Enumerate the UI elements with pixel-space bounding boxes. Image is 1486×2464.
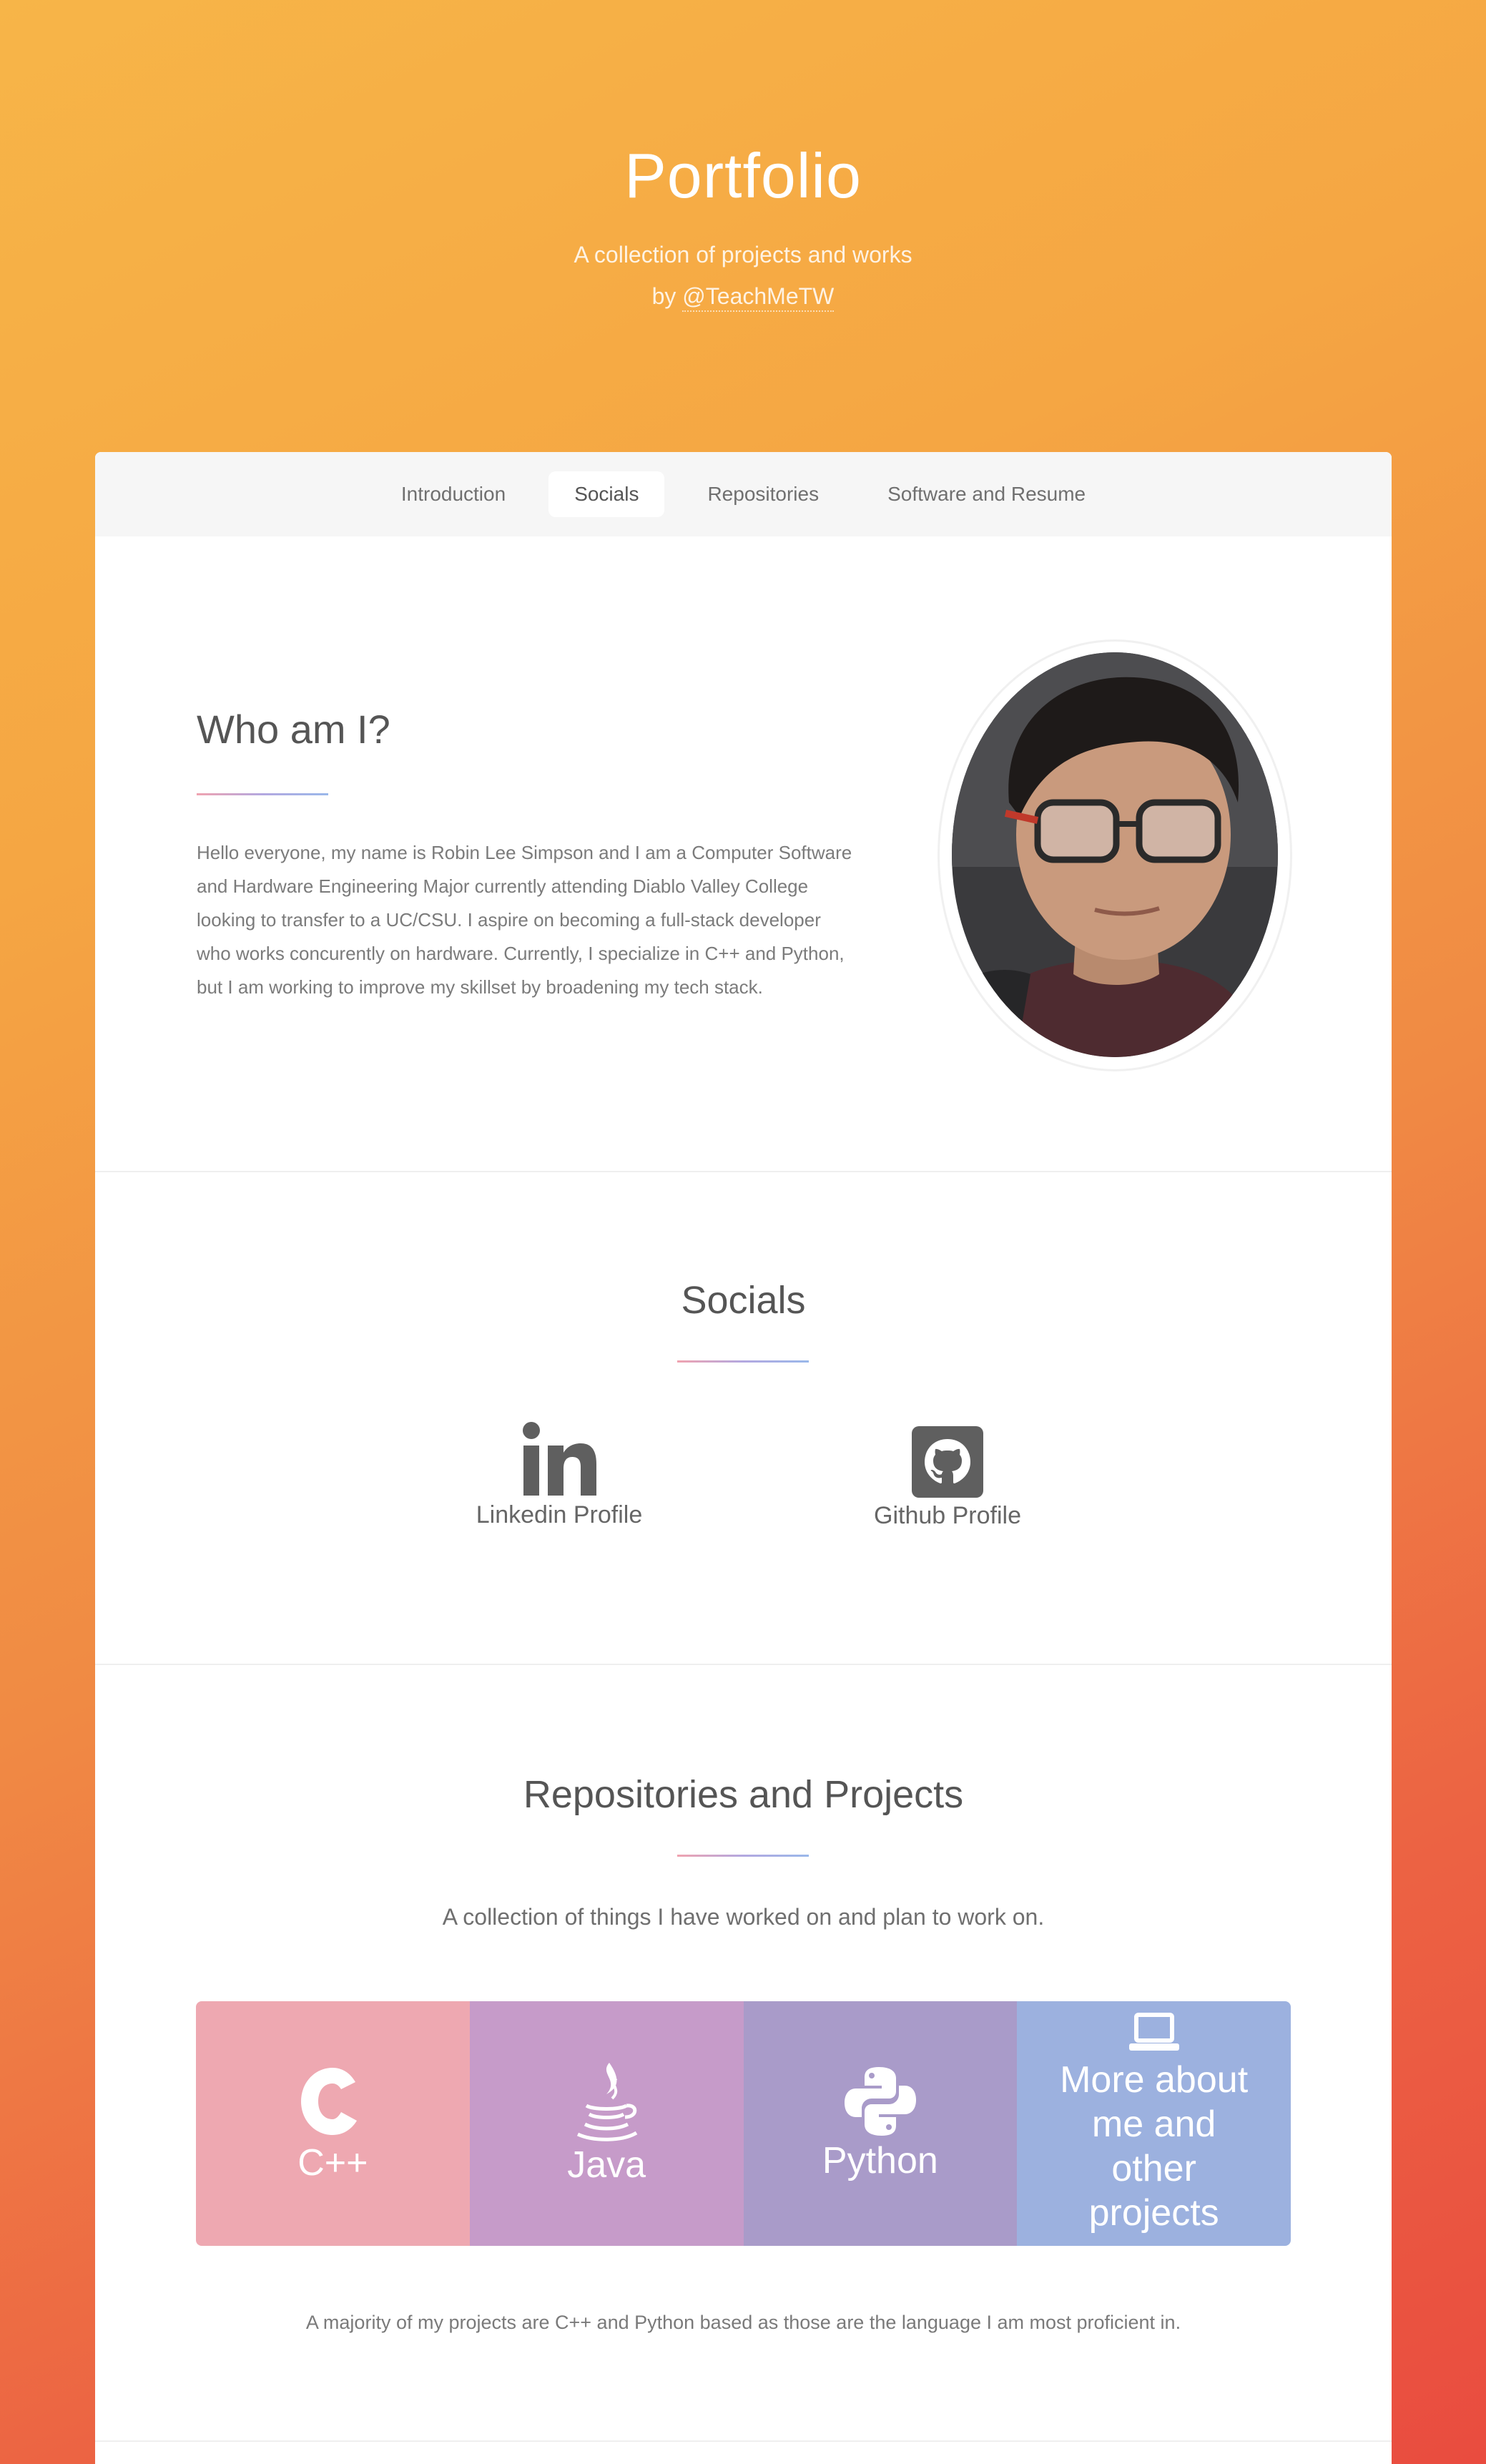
java-icon	[577, 2063, 638, 2141]
linkedin-profile-link[interactable]: Linkedin Profile	[468, 1421, 651, 1529]
repos-description: A collection of things I have worked on …	[442, 1904, 1045, 1930]
page-title: Portfolio	[624, 140, 862, 211]
socials-heading: Socials	[681, 1279, 806, 1322]
repo-tile-java[interactable]: Java	[469, 2001, 744, 2246]
main-card: Introduction Socials Repositories Softwa…	[95, 452, 1392, 2464]
page-subtitle: A collection of projects and works	[574, 242, 912, 267]
portrait-illustration	[952, 652, 1278, 1057]
linkedin-label: Linkedin Profile	[476, 1501, 643, 1528]
repo-tile-cpp[interactable]: C++	[196, 2001, 470, 2246]
github-label: Github Profile	[874, 1502, 1021, 1529]
section-divider	[95, 2440, 1392, 2442]
repos-footnote: A majority of my projects are C++ and Py…	[305, 2312, 1181, 2333]
portrait-frame	[938, 639, 1292, 1071]
section-divider	[95, 1171, 1392, 1172]
section-nav: Introduction Socials Repositories Softwa…	[95, 452, 1392, 536]
nav-item-software-resume[interactable]: Software and Resume	[862, 471, 1111, 517]
page-header: Portfolio A collection of projects and w…	[0, 0, 1486, 451]
linkedin-icon	[523, 1422, 596, 1496]
repo-tiles: C++ Java Python More about me and other …	[196, 2001, 1291, 2246]
laptop-icon	[1128, 2013, 1179, 2051]
portrait-photo	[952, 652, 1278, 1057]
intro-bio: Hello everyone, my name is Robin Lee Sim…	[197, 842, 852, 998]
cpp-label: C++	[297, 2142, 368, 2184]
python-icon	[844, 2067, 916, 2136]
repo-tile-python[interactable]: Python	[743, 2001, 1018, 2246]
github-icon	[912, 1426, 983, 1498]
section-divider	[95, 1664, 1392, 1665]
nav-item-socials[interactable]: Socials	[548, 471, 665, 517]
github-profile-link[interactable]: Github Profile	[856, 1426, 1039, 1530]
cpp-icon	[301, 2068, 358, 2135]
nav-item-introduction[interactable]: Introduction	[375, 471, 531, 517]
more-label: More about me and other projects	[1060, 2059, 1249, 2234]
java-label: Java	[567, 2144, 646, 2186]
python-label: Python	[822, 2140, 938, 2181]
byline-prefix: by	[651, 283, 683, 309]
intro-heading: Who am I?	[197, 707, 390, 752]
repos-heading: Repositories and Projects	[523, 1773, 964, 1816]
intro-accent-line	[197, 793, 328, 795]
nav-item-repositories[interactable]: Repositories	[682, 471, 845, 517]
socials-accent-line	[677, 1360, 809, 1363]
repo-tile-more[interactable]: More about me and other projects	[1017, 2001, 1291, 2246]
author-handle-link[interactable]: @TeachMeTW	[682, 283, 835, 312]
repos-accent-line	[677, 1855, 809, 1857]
byline: by @TeachMeTW	[0, 283, 1486, 312]
